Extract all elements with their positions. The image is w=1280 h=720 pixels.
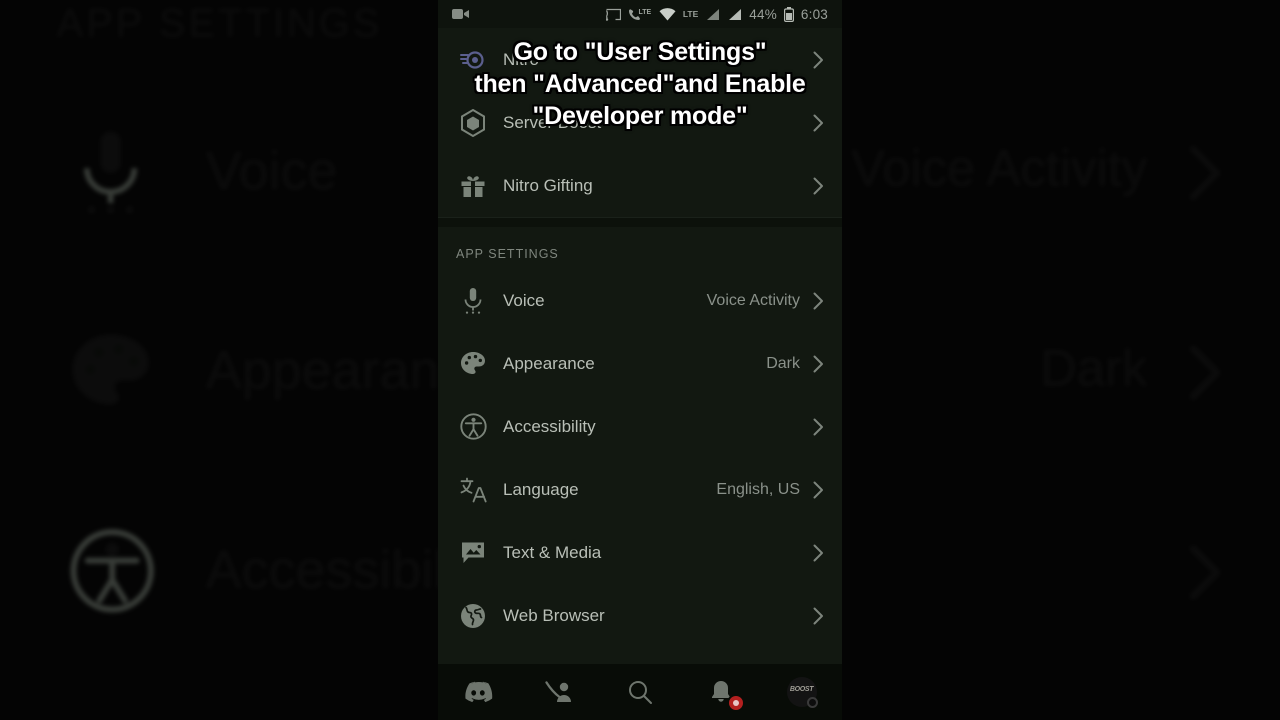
chevron-right-icon <box>813 114 824 132</box>
battery-icon <box>783 6 794 22</box>
signal-bars-icon <box>727 8 742 21</box>
settings-row-label: Appearance <box>503 353 595 373</box>
settings-row-value: English, US <box>716 480 800 498</box>
settings-list: Nitro Server Boost Nitro Gifting APP SETTIN… <box>438 28 842 668</box>
wifi-icon <box>659 7 676 21</box>
settings-row[interactable]: Accessibility <box>438 395 842 458</box>
avatar-label: BOOST <box>789 685 814 693</box>
nav-item-search[interactable] <box>614 670 666 714</box>
server-boost-icon <box>456 108 490 137</box>
video-camera-icon <box>452 8 469 20</box>
battery-percent-label: 44% <box>749 6 777 22</box>
settings-row-label: Voice <box>503 290 545 310</box>
signal-bars-icon <box>705 8 720 21</box>
settings-row[interactable]: Server Boost <box>438 91 842 154</box>
status-bar: LTE LTE 44% 6:03 <box>438 0 842 28</box>
palette-icon <box>456 351 490 376</box>
chevron-right-icon <box>1188 343 1223 400</box>
settings-row-label: Voice <box>205 139 338 200</box>
search-icon <box>627 679 653 705</box>
image-message-icon <box>456 541 490 565</box>
section-header-app-settings: APP SETTINGS <box>456 247 559 261</box>
settings-row-value: Voice Activity <box>851 142 1148 197</box>
settings-row-label: Text & Media <box>503 542 602 562</box>
nav-item-home[interactable] <box>452 670 504 714</box>
friends-icon <box>545 680 573 704</box>
settings-row-label: Nitro Gifting <box>503 175 593 195</box>
chevron-right-icon <box>813 355 824 373</box>
settings-row-label: Server Boost <box>503 112 602 132</box>
chevron-right-icon <box>1188 542 1223 599</box>
svg-text:LTE: LTE <box>638 9 651 16</box>
chevron-right-icon <box>813 418 824 436</box>
settings-row-label: Web Browser <box>503 605 605 625</box>
accessibility-icon <box>57 528 165 614</box>
chevron-right-icon <box>813 544 824 562</box>
settings-row[interactable]: Appearance Dark <box>438 332 842 395</box>
settings-row-label: Language <box>503 479 579 499</box>
call-lte-icon: LTE <box>628 8 652 21</box>
accessibility-icon <box>456 413 490 440</box>
nav-item-friends[interactable] <box>533 670 585 714</box>
settings-row[interactable]: Web Browser <box>438 584 842 647</box>
settings-row-value: Dark <box>1040 342 1148 397</box>
phone-screen: LTE LTE 44% 6:03 Nitro Server Boost Nitr… <box>438 0 842 720</box>
lte-label: LTE <box>682 9 699 19</box>
settings-row-value: Voice Activity <box>706 291 800 309</box>
bottom-navigation-bar: BOOST <box>438 664 842 720</box>
chevron-right-icon <box>813 177 824 195</box>
settings-row-label: Nitro <box>503 49 539 69</box>
screen: Nitro Server Boost Nitro Gifting APP SETTIN… <box>0 0 1280 720</box>
notification-badge <box>726 694 745 712</box>
globe-icon <box>456 603 490 629</box>
chevron-right-icon <box>813 607 824 625</box>
microphone-icon <box>57 127 165 216</box>
settings-row[interactable]: Language English, US <box>438 458 842 521</box>
settings-row-value: Dark <box>766 354 800 372</box>
settings-row[interactable]: Voice Voice Activity <box>438 269 842 332</box>
settings-row[interactable]: Nitro Gifting <box>438 154 842 217</box>
chevron-right-icon <box>813 292 824 310</box>
settings-row[interactable]: Nitro <box>438 28 842 91</box>
cast-icon <box>605 8 621 21</box>
gift-icon <box>456 174 490 198</box>
nitro-icon <box>456 47 490 73</box>
nav-item-profile[interactable]: BOOST <box>776 670 828 714</box>
user-avatar-icon: BOOST <box>786 677 818 708</box>
microphone-icon <box>456 287 490 315</box>
settings-row[interactable]: Text & Media <box>438 521 842 584</box>
status-dot <box>806 697 818 708</box>
clock-label: 6:03 <box>800 6 828 22</box>
nav-item-notifications[interactable] <box>695 670 747 714</box>
chevron-right-icon <box>813 481 824 499</box>
settings-row-label: Accessibility <box>503 416 596 436</box>
section-divider <box>438 217 842 227</box>
chevron-right-icon <box>813 51 824 69</box>
chevron-right-icon <box>1188 143 1223 200</box>
discord-home-icon <box>463 681 493 704</box>
translate-icon <box>456 477 490 503</box>
palette-icon <box>57 331 165 410</box>
